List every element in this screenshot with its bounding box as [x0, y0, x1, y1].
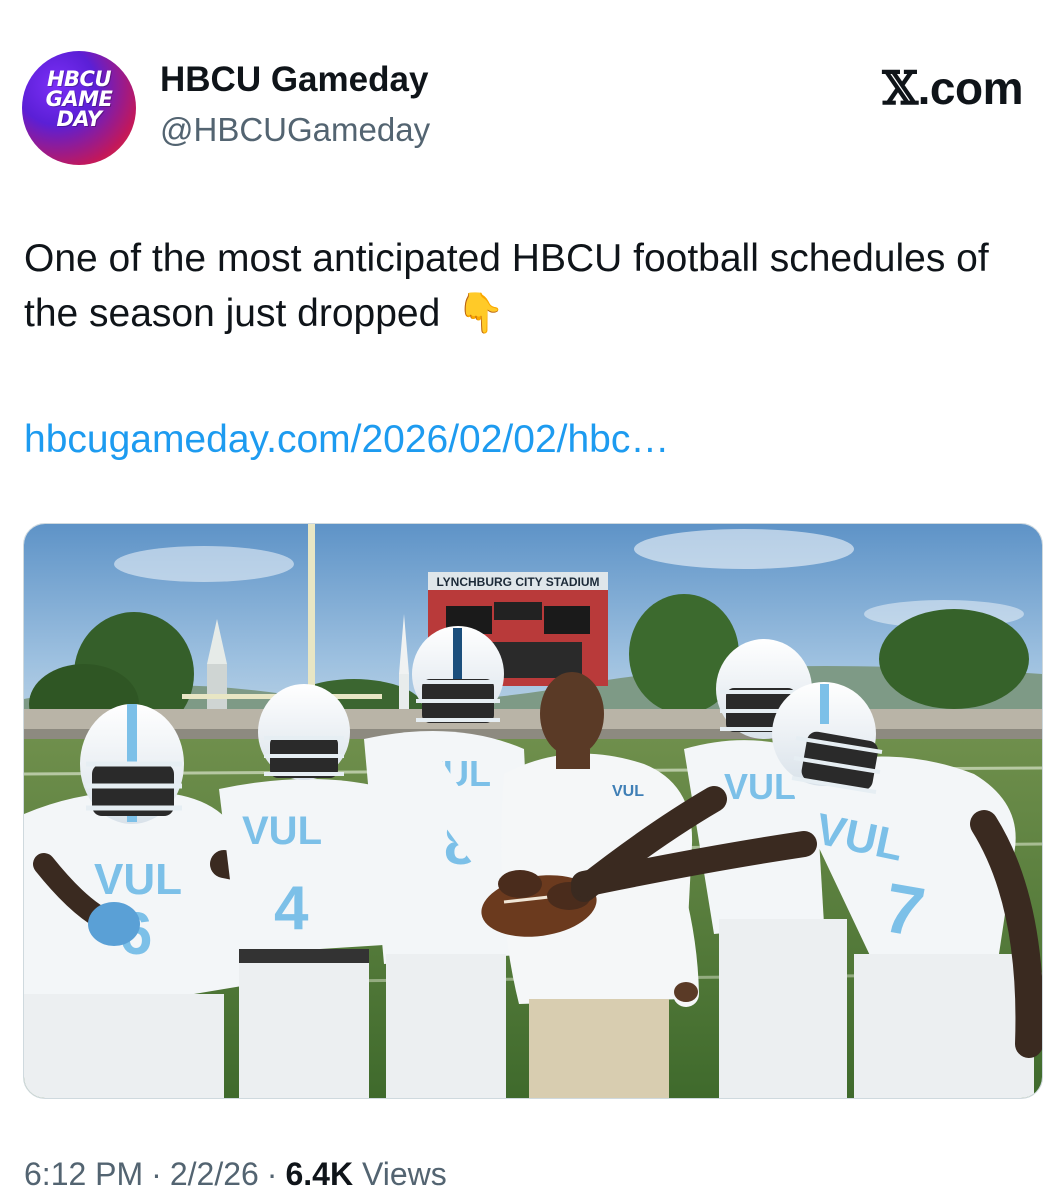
tweet-meta: 6:12 PM · 2/2/26 · 6.4K Views	[24, 1154, 447, 1194]
backhand-index-pointing-down-icon: 👇	[456, 291, 505, 336]
tweet-time[interactable]: 6:12 PM	[24, 1156, 143, 1192]
scoreboard-sign-text: LYNCHBURG CITY STADIUM	[436, 575, 599, 589]
player-1-jersey-text: VUL	[94, 855, 182, 904]
site-suffix: .com	[917, 62, 1024, 114]
tweet-text: One of the most anticipated HBCU footbal…	[24, 231, 1034, 341]
author-handle[interactable]: @HBCUGameday	[160, 108, 430, 152]
views-label: Views	[361, 1156, 447, 1192]
x-logo-icon: 𝕏	[882, 61, 918, 115]
tweet-date[interactable]: 2/2/26	[170, 1156, 259, 1192]
tweet-media-photo[interactable]: LYNCHBURG CITY STADIUM VUL 6	[23, 523, 1043, 1099]
player-2-jersey-number: 4	[274, 874, 309, 943]
avatar-line-2: GAME	[45, 87, 113, 111]
player-4-jersey-text: VUL	[724, 766, 796, 807]
coach-polo-text: VUL	[612, 783, 644, 800]
author-display-name[interactable]: HBCU Gameday	[160, 58, 428, 102]
views-count: 6.4K	[285, 1156, 354, 1192]
x-com-watermark: 𝕏.com	[882, 60, 1023, 116]
meta-separator: ·	[151, 1156, 162, 1192]
tweet-link[interactable]: hbcugameday.com/2026/02/02/hbc…	[24, 412, 669, 467]
avatar-logo-text: HBCU GAME DAY	[22, 67, 136, 131]
player-2-jersey-text: VUL	[242, 809, 322, 853]
avatar-line-3: DAY	[56, 107, 102, 131]
author-avatar[interactable]: HBCU GAME DAY	[22, 51, 136, 165]
avatar-line-1: HBCU	[46, 67, 112, 91]
meta-separator: ·	[266, 1156, 278, 1192]
tweet-body: One of the most anticipated HBCU footbal…	[24, 237, 989, 335]
